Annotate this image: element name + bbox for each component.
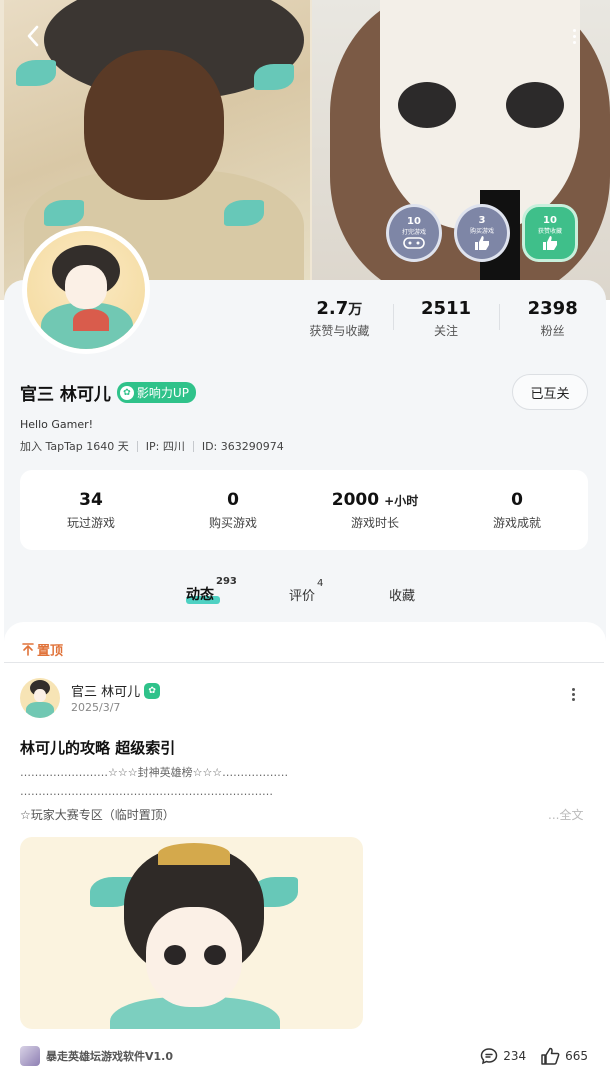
divider	[4, 662, 604, 663]
ip-location: IP: 四川	[145, 440, 185, 453]
post-date: 2025/3/7	[71, 701, 121, 714]
user-bio: Hello Gamer!	[20, 418, 94, 431]
post-author[interactable]: 官三 林可儿 ✿	[71, 681, 161, 700]
thumbs-up-icon	[541, 1047, 560, 1065]
app-icon[interactable]	[20, 1046, 40, 1066]
back-button[interactable]	[20, 22, 46, 50]
badge-likes[interactable]: 10 获赞收藏	[522, 204, 578, 262]
game-stats-panel: 34 玩过游戏 0 购买游戏 2000 +小时 游戏时长 0 游戏成就	[20, 470, 588, 550]
stat-purchased-games[interactable]: 0 购买游戏	[162, 490, 304, 531]
name-row: 官三 林可儿 ✿ 影响力UP	[20, 380, 196, 405]
post-author-avatar[interactable]	[20, 678, 60, 718]
verified-badge-icon: ✿	[144, 682, 161, 699]
post-title[interactable]: 林可儿的攻略 超级索引	[20, 737, 175, 758]
stat-achievements[interactable]: 0 游戏成就	[446, 490, 588, 531]
influence-up-tag[interactable]: ✿ 影响力UP	[116, 382, 196, 403]
tab-activity[interactable]: 动态293	[186, 576, 237, 604]
influence-icon: ✿	[119, 385, 134, 400]
comment-button[interactable]: 234	[480, 1047, 526, 1065]
badge-purchased-games[interactable]: 3 购买游戏	[454, 204, 510, 262]
gamepad-icon	[403, 237, 425, 249]
profile-tabs: 动态293 评价4 收藏	[0, 576, 610, 612]
chevron-left-icon	[27, 25, 39, 47]
user-name: 官三 林可儿	[20, 385, 111, 405]
comment-icon	[480, 1048, 498, 1065]
achievement-badges: 10 打完游戏 3 购买游戏 10 获赞收藏	[386, 204, 578, 262]
post-text-line: ☆玩家大赛专区（临时置顶）	[20, 808, 175, 822]
app-name[interactable]: 暴走英雄坛游戏软件V1.0	[46, 1048, 173, 1064]
post-text-line: ……………………☆☆☆封神英雄榜☆☆☆………………	[20, 766, 289, 779]
stat-play-time[interactable]: 2000 +小时 游戏时长	[304, 490, 446, 531]
user-meta: 加入 TapTap 1640 天 IP: 四川 ID: 363290974	[20, 438, 284, 454]
stat-played-games[interactable]: 34 玩过游戏	[20, 490, 162, 531]
stat-following[interactable]: 2511 关注	[392, 298, 500, 339]
post-text-line: ……………………………………………………………	[20, 785, 273, 798]
stat-followers[interactable]: 2398 粉丝	[499, 298, 606, 339]
thumbs-up-icon	[475, 236, 489, 250]
joined-days: 加入 TapTap 1640 天	[20, 440, 129, 453]
like-button[interactable]: 665	[540, 1047, 588, 1065]
post-image[interactable]	[20, 837, 363, 1029]
tab-favorites[interactable]: 收藏	[389, 585, 415, 604]
stat-likes-favorites[interactable]: 2.7万 获赞与收藏	[286, 298, 393, 339]
post-footer: 暴走英雄坛游戏软件V1.0 234 665	[20, 1044, 588, 1068]
thumbs-up-icon	[543, 236, 557, 250]
badge-played-games[interactable]: 10 打完游戏	[386, 204, 442, 262]
post-more-button[interactable]	[568, 688, 578, 708]
pinned-label: 置顶	[22, 640, 63, 659]
tab-reviews[interactable]: 评价4	[289, 578, 323, 604]
mutual-follow-button[interactable]: 已互关	[512, 374, 588, 410]
profile-stats: 2.7万 获赞与收藏 2511 关注 2398 粉丝	[286, 298, 606, 339]
avatar[interactable]	[22, 226, 150, 354]
pin-icon	[22, 643, 34, 656]
more-options-button[interactable]	[566, 24, 582, 48]
user-id[interactable]: ID: 363290974	[202, 440, 284, 453]
expand-full-text-link[interactable]: ...全文	[548, 806, 583, 823]
